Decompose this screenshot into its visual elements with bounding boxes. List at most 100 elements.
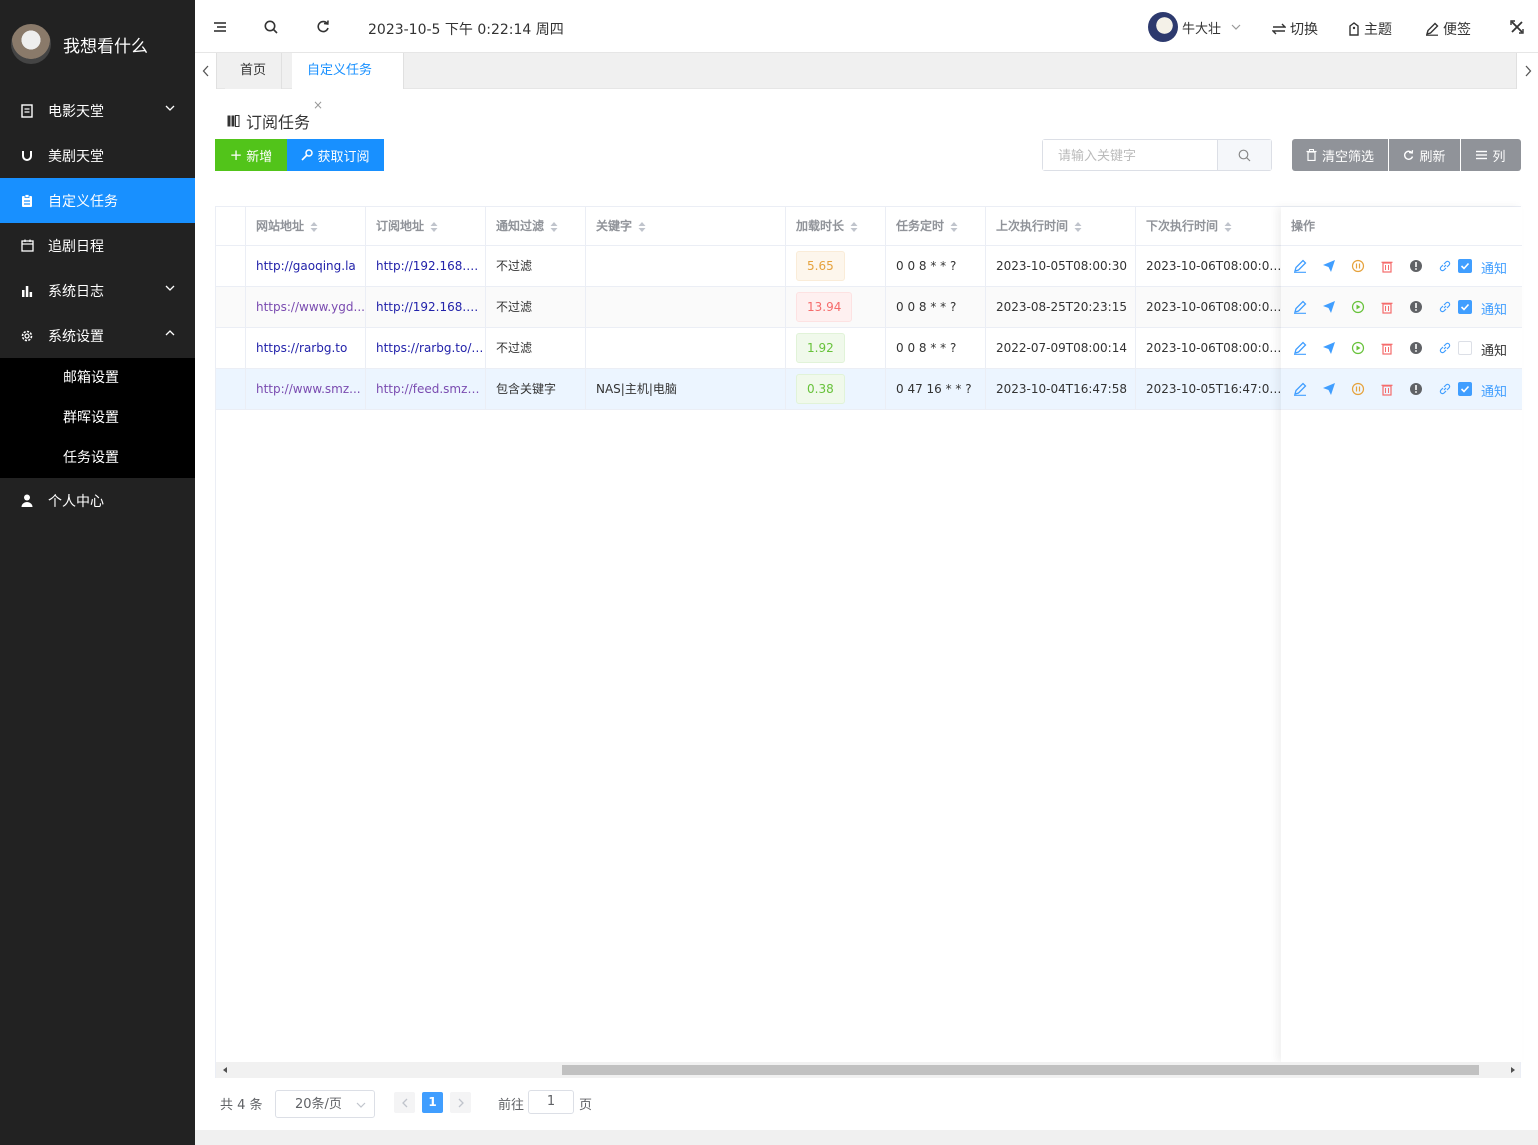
- subscription-cell[interactable]: https://rarbg.to/r...: [366, 328, 486, 368]
- edit-icon[interactable]: [1293, 259, 1307, 273]
- pause-icon[interactable]: [1351, 382, 1365, 396]
- goto-page-input[interactable]: 1: [528, 1090, 574, 1114]
- header-site[interactable]: 网站地址: [246, 207, 366, 246]
- notify-checkbox[interactable]: [1458, 259, 1472, 273]
- row-index-cell: [216, 246, 246, 286]
- tabs-scroll-right[interactable]: [1516, 53, 1538, 89]
- link-icon[interactable]: [1438, 259, 1452, 273]
- sidebar-item-movie[interactable]: 电影天堂: [0, 88, 195, 133]
- refresh-icon[interactable]: [316, 20, 330, 34]
- subscription-cell[interactable]: http://feed.smzd...: [366, 369, 486, 409]
- send-icon[interactable]: [1322, 382, 1336, 396]
- header-cell-index: [216, 207, 246, 246]
- header-load-time[interactable]: 加载时长: [786, 207, 886, 246]
- chevron-right-icon: [458, 1098, 464, 1107]
- page-size-select[interactable]: 20条/页: [275, 1090, 375, 1118]
- edit-icon[interactable]: [1293, 382, 1307, 396]
- header-last-run[interactable]: 上次执行时间: [986, 207, 1136, 246]
- info-icon[interactable]: [1409, 341, 1423, 355]
- cron-cell: 0 0 8 * * ?: [886, 287, 986, 327]
- columns-button[interactable]: 列: [1461, 139, 1521, 171]
- header-filter[interactable]: 通知过滤: [486, 207, 586, 246]
- notify-label[interactable]: 通知: [1481, 340, 1507, 359]
- fullscreen-icon[interactable]: [1510, 20, 1524, 34]
- scroll-right-icon[interactable]: [1509, 1066, 1517, 1074]
- play-icon[interactable]: [1351, 300, 1365, 314]
- send-icon[interactable]: [1322, 300, 1336, 314]
- sidebar-item-schedule[interactable]: 追剧日程: [0, 223, 195, 268]
- pause-icon[interactable]: [1351, 259, 1365, 273]
- theme-button[interactable]: 主题: [1348, 19, 1392, 39]
- next-page-button[interactable]: [450, 1092, 471, 1113]
- notify-label[interactable]: 通知: [1481, 299, 1507, 318]
- tabs-scroll-left[interactable]: [195, 53, 217, 89]
- horizontal-scrollbar[interactable]: [216, 1062, 1520, 1078]
- header-cron[interactable]: 任务定时: [886, 207, 986, 246]
- sidebar-item-label: 系统日志: [48, 283, 104, 300]
- send-icon[interactable]: [1322, 259, 1336, 273]
- prev-page-button[interactable]: [394, 1092, 415, 1113]
- site-cell[interactable]: http://gaoqing.la: [246, 246, 366, 286]
- info-icon[interactable]: [1409, 259, 1423, 273]
- sidebar-subitem-synology[interactable]: 群晖设置: [0, 398, 195, 438]
- notify-checkbox[interactable]: [1458, 382, 1472, 396]
- sidebar-item-profile[interactable]: 个人中心: [0, 478, 195, 523]
- tab-home[interactable]: 首页: [225, 53, 283, 89]
- notify-checkbox[interactable]: [1458, 300, 1472, 314]
- subscription-cell[interactable]: http://192.168.1...: [366, 246, 486, 286]
- operations-row: 通知: [1281, 246, 1522, 287]
- site-cell[interactable]: https://rarbg.to: [246, 328, 366, 368]
- clear-filter-button[interactable]: 清空筛选: [1292, 139, 1388, 171]
- delete-icon[interactable]: [1380, 382, 1394, 396]
- play-icon[interactable]: [1351, 341, 1365, 355]
- notes-button[interactable]: 便签: [1425, 19, 1471, 39]
- app-logo[interactable]: 我想看什么: [0, 0, 195, 88]
- info-icon[interactable]: [1409, 300, 1423, 314]
- notify-checkbox[interactable]: [1458, 341, 1472, 355]
- page-number-current[interactable]: 1: [422, 1092, 443, 1113]
- subscription-cell[interactable]: http://192.168.1...: [366, 287, 486, 327]
- header-next-run[interactable]: 下次执行时间: [1136, 207, 1286, 246]
- sidebar-subitem-task[interactable]: 任务设置: [0, 438, 195, 478]
- sidebar-subitem-email[interactable]: 邮箱设置: [0, 358, 195, 398]
- header-keyword[interactable]: 关键字: [586, 207, 786, 246]
- link-icon[interactable]: [1438, 300, 1452, 314]
- scroll-left-icon[interactable]: [221, 1066, 229, 1074]
- edit-icon[interactable]: [1293, 300, 1307, 314]
- switch-button[interactable]: 切换: [1272, 19, 1318, 39]
- info-icon[interactable]: [1409, 382, 1423, 396]
- tab-label: 自定义任务: [307, 63, 373, 78]
- last-run-cell: 2023-10-04T16:47:58: [986, 369, 1136, 409]
- sidebar-item-custom-task[interactable]: 自定义任务: [0, 178, 195, 223]
- search-button[interactable]: [1217, 140, 1271, 170]
- sidebar-item-us-drama[interactable]: 美剧天堂: [0, 133, 195, 178]
- site-cell[interactable]: https://www.ygd...: [246, 287, 366, 327]
- link-icon[interactable]: [1438, 341, 1452, 355]
- site-cell[interactable]: http://www.smz...: [246, 369, 366, 409]
- search-input[interactable]: [1043, 140, 1217, 170]
- sidebar-item-settings[interactable]: 系统设置: [0, 313, 195, 358]
- header-label: 加载时长: [796, 219, 845, 233]
- tab-custom-task[interactable]: 自定义任务 ×: [292, 53, 404, 112]
- header-subscription[interactable]: 订阅地址: [366, 207, 486, 246]
- sidebar-item-label: 电影天堂: [48, 103, 104, 120]
- search-icon[interactable]: [264, 20, 278, 34]
- edit-icon[interactable]: [1293, 341, 1307, 355]
- add-button[interactable]: + 新增: [215, 139, 287, 171]
- next-run-cell: 2023-10-06T08:00:00+08: [1136, 328, 1286, 368]
- link-icon[interactable]: [1438, 382, 1452, 396]
- delete-icon[interactable]: [1380, 300, 1394, 314]
- header-label: 上次执行时间: [996, 219, 1069, 233]
- close-icon[interactable]: ×: [313, 98, 323, 112]
- notify-label[interactable]: 通知: [1481, 258, 1507, 277]
- sidebar-item-logs[interactable]: 系统日志: [0, 268, 195, 313]
- fetch-subscription-button[interactable]: 获取订阅: [287, 139, 384, 171]
- delete-icon[interactable]: [1380, 259, 1394, 273]
- notify-label[interactable]: 通知: [1481, 381, 1507, 400]
- refresh-button[interactable]: 刷新: [1389, 139, 1460, 171]
- delete-icon[interactable]: [1380, 341, 1394, 355]
- user-menu[interactable]: 牛大壮: [1148, 12, 1241, 42]
- scrollbar-thumb[interactable]: [562, 1065, 1479, 1075]
- menu-toggle-icon[interactable]: [213, 20, 227, 34]
- send-icon[interactable]: [1322, 341, 1336, 355]
